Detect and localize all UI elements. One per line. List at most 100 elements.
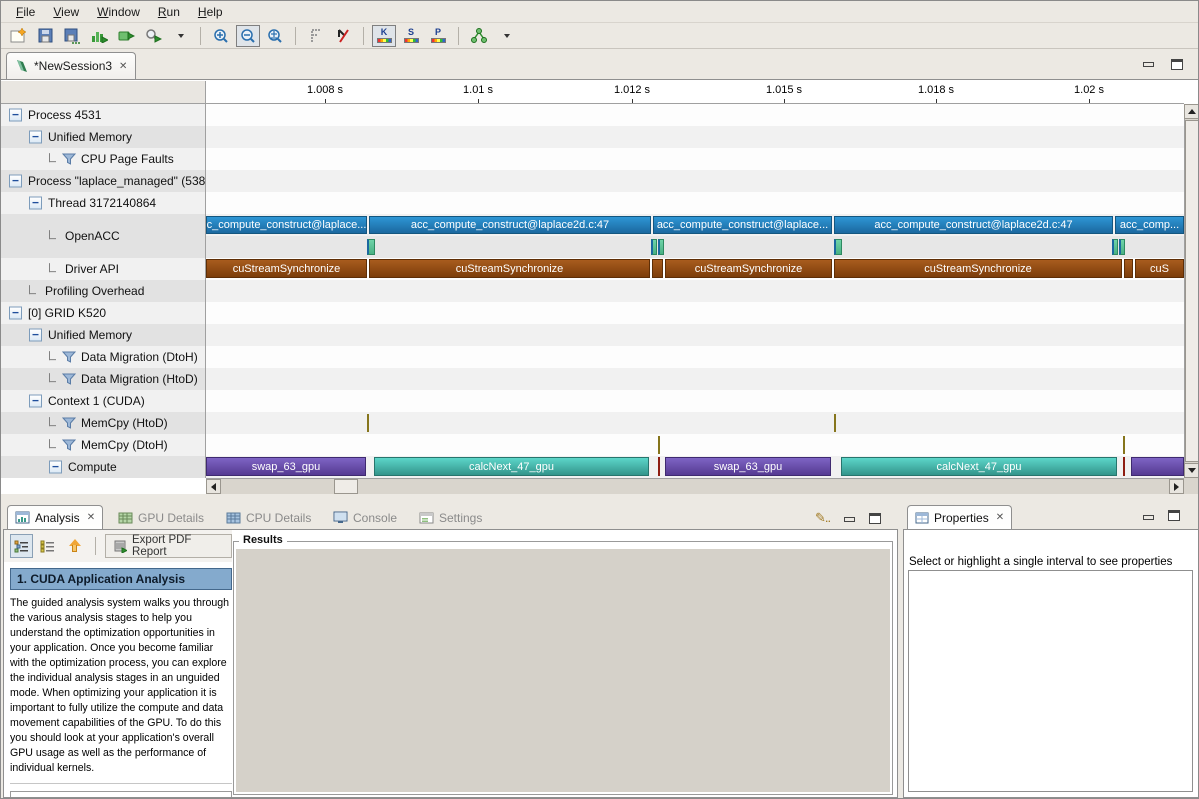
tree-row-memcpy-htod[interactable]: MemCpy (HtoD) <box>1 412 206 434</box>
expander-minus-icon[interactable]: − <box>29 329 42 342</box>
tab-analysis[interactable]: Analysis✕ <box>7 505 103 530</box>
menu-item-run[interactable]: Run <box>149 3 189 21</box>
zoom-in-button[interactable] <box>209 25 233 47</box>
minimize-pane-button[interactable] <box>1143 512 1154 520</box>
tree-row-unified-memory[interactable]: −Unified Memory <box>1 126 206 148</box>
maximize-pane-button[interactable] <box>1168 510 1180 521</box>
tab-console[interactable]: Console <box>326 505 404 530</box>
zoom-out-button[interactable] <box>236 25 260 47</box>
interval-bar[interactable] <box>1124 259 1133 278</box>
openacc-event-marker[interactable] <box>367 239 375 255</box>
interval-bar[interactable]: acc_compute_construct@laplace2d.c:47 <box>834 216 1113 234</box>
memcpy-dtoh-event-line[interactable] <box>1123 436 1125 454</box>
tree-row-dm-dtoh[interactable]: Data Migration (DtoH) <box>1 346 206 368</box>
openacc-event-marker[interactable] <box>1119 239 1125 255</box>
close-icon[interactable]: ✕ <box>996 512 1004 523</box>
menu-item-window[interactable]: Window <box>88 3 149 21</box>
menu-item-view[interactable]: View <box>44 3 88 21</box>
tree-row-grid-k520[interactable]: −[0] GRID K520 <box>1 302 206 324</box>
openacc-event-marker[interactable] <box>651 239 657 255</box>
interval-bar[interactable]: acc_comp... <box>1115 216 1184 234</box>
tree-row-process-4531[interactable]: −Process 4531 <box>1 104 206 126</box>
tree-row-memcpy-dtoh[interactable]: MemCpy (DtoH) <box>1 434 206 456</box>
process-timeline-toggle[interactable]: P <box>426 25 450 47</box>
horizontal-scroll-thumb[interactable] <box>334 479 358 494</box>
openacc-event-marker[interactable] <box>658 239 664 255</box>
interval-bar[interactable]: swap_63_gpu <box>665 457 831 476</box>
mark-timeline-button[interactable] <box>304 25 328 47</box>
expander-minus-icon[interactable]: − <box>29 131 42 144</box>
menu-item-help[interactable]: Help <box>189 3 232 21</box>
expander-minus-icon[interactable]: − <box>9 175 22 188</box>
interval-bar[interactable]: calcNext_47_gpu <box>374 457 649 476</box>
back-up-stage-button[interactable] <box>63 534 86 558</box>
tab-gpu-details[interactable]: GPU Details <box>111 505 211 530</box>
interval-bar[interactable]: cuStreamSynchronize <box>206 259 367 278</box>
stream-timeline-toggle[interactable]: S <box>399 25 423 47</box>
tree-row-compute[interactable]: −Compute <box>1 456 206 478</box>
interval-bar[interactable] <box>1131 457 1184 476</box>
interval-bar[interactable]: cuStreamSynchronize <box>369 259 650 278</box>
minimize-pane-button[interactable] <box>844 514 855 522</box>
profile-application-button[interactable] <box>87 25 111 47</box>
tab-properties[interactable]: Properties ✕ <box>907 505 1012 530</box>
menu-item-file[interactable]: File <box>7 3 44 21</box>
tree-row-process-laplace[interactable]: −Process "laplace_managed" (538) <box>1 170 206 192</box>
new-session-button[interactable] <box>6 25 30 47</box>
vertical-scroll-thumb[interactable] <box>1185 120 1199 462</box>
tree-row-dm-htod[interactable]: Data Migration (HtoD) <box>1 368 206 390</box>
interval-bar[interactable]: cuStreamSynchronize <box>834 259 1122 278</box>
maximize-view-button[interactable] <box>1171 59 1184 70</box>
close-icon[interactable]: ✕ <box>87 512 95 523</box>
tab-cpu-details[interactable]: CPU Details <box>219 505 318 530</box>
scroll-right-button[interactable] <box>1169 479 1184 494</box>
timeline-canvas[interactable]: c_compute_construct@laplace...acc_comput… <box>206 104 1184 478</box>
scroll-left-button[interactable] <box>206 479 221 494</box>
zoom-fit-button[interactable] <box>263 25 287 47</box>
call-tree-dropdown-button[interactable] <box>494 25 518 47</box>
interval-bar[interactable]: acc_compute_construct@laplace... <box>653 216 832 234</box>
interval-bar[interactable]: acc_compute_construct@laplace2d.c:47 <box>369 216 651 234</box>
expander-minus-icon[interactable]: − <box>29 197 42 210</box>
guided-analysis-toggle[interactable] <box>10 534 33 558</box>
tree-row-cpu-page-faults[interactable]: CPU Page Faults <box>1 148 206 170</box>
analyze-search-button[interactable] <box>141 25 165 47</box>
minimize-view-button[interactable] <box>1143 59 1156 70</box>
timeline-horizontal-scrollbar[interactable] <box>206 478 1184 494</box>
tab-settings[interactable]: Settings <box>412 505 489 530</box>
resume-run-button[interactable] <box>114 25 138 47</box>
interval-bar[interactable]: cuS <box>1135 259 1184 278</box>
openacc-event-marker[interactable] <box>1112 239 1118 255</box>
memcpy-dtoh-event-line[interactable] <box>658 436 660 454</box>
tree-row-unified-memory-gpu[interactable]: −Unified Memory <box>1 324 206 346</box>
interval-bar[interactable] <box>652 259 663 278</box>
expander-minus-icon[interactable]: − <box>29 395 42 408</box>
view-menu-pencil-icon[interactable]: ✎.. <box>815 510 830 526</box>
compute-event-tick[interactable] <box>1123 457 1125 476</box>
scroll-up-button[interactable] <box>1184 104 1199 119</box>
maximize-pane-button[interactable] <box>869 513 881 524</box>
expander-minus-icon[interactable]: − <box>49 461 62 474</box>
tree-row-profiling-overhead[interactable]: Profiling Overhead <box>1 280 206 302</box>
close-icon[interactable]: ✕ <box>119 61 127 72</box>
tree-row-thread[interactable]: −Thread 3172140864 <box>1 192 206 214</box>
analyze-dropdown-button[interactable] <box>168 25 192 47</box>
openacc-event-marker[interactable] <box>834 239 842 255</box>
expander-minus-icon[interactable]: − <box>9 307 22 320</box>
interval-bar[interactable]: c_compute_construct@laplace... <box>206 216 367 234</box>
examine-gpu-usage-button[interactable]: Examine GPU Usage <box>10 791 232 797</box>
memcpy-htod-event-line[interactable] <box>367 414 369 432</box>
kernel-timeline-toggle[interactable]: K <box>372 25 396 47</box>
export-pdf-button[interactable]: Export PDF Report <box>105 534 232 558</box>
tree-row-context-1[interactable]: −Context 1 (CUDA) <box>1 390 206 412</box>
call-tree-button[interactable] <box>467 25 491 47</box>
timeline-vertical-scrollbar[interactable] <box>1184 104 1199 478</box>
memcpy-htod-event-line[interactable] <box>834 414 836 432</box>
interval-bar[interactable]: swap_63_gpu <box>206 457 366 476</box>
compute-event-tick[interactable] <box>658 457 660 476</box>
save-all-button[interactable] <box>60 25 84 47</box>
save-button[interactable] <box>33 25 57 47</box>
reset-marker-button[interactable] <box>331 25 355 47</box>
tree-row-openacc[interactable]: OpenACC <box>1 214 206 258</box>
session-tab[interactable]: *NewSession3 ✕ <box>6 52 136 79</box>
